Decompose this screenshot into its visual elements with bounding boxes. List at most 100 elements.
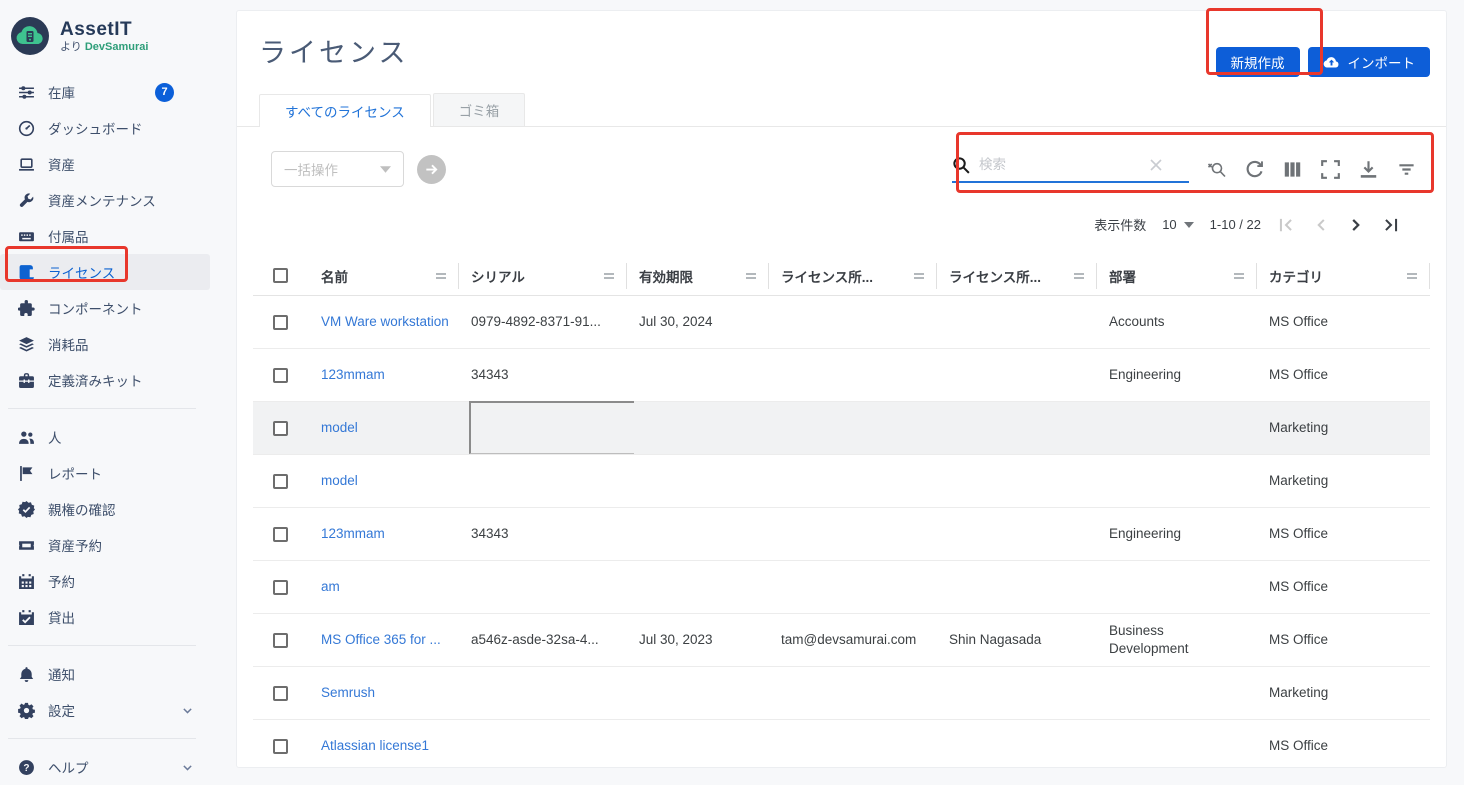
row-checkbox[interactable] — [273, 739, 288, 754]
sidebar-item-label: 消耗品 — [48, 334, 89, 354]
sidebar-item-components[interactable]: コンポーネント — [0, 290, 210, 326]
advanced-search-button[interactable] — [1207, 160, 1226, 179]
column-header-label: 部署 — [1109, 266, 1136, 286]
row-checkbox[interactable] — [273, 368, 288, 383]
app-logo[interactable]: AssetIT より DevSamurai — [0, 14, 218, 56]
pagination: 表示件数 10 1-10 / 22 — [237, 187, 1446, 234]
cell-serial — [459, 402, 627, 454]
license-name-link[interactable]: 123mmam — [321, 526, 385, 541]
columns-button[interactable] — [1283, 160, 1302, 179]
license-name-link[interactable]: MS Office 365 for ... — [321, 632, 441, 647]
column-header[interactable]: シリアル — [459, 263, 627, 289]
import-button[interactable]: インポート — [1308, 47, 1431, 77]
sidebar-item-label: ライセンス — [48, 262, 115, 282]
sidebar-item-inventory[interactable]: 在庫7 — [0, 74, 210, 110]
chevron-down-icon — [1184, 222, 1194, 228]
sidebar-item-reservations[interactable]: 予約 — [0, 563, 210, 599]
last-page-button[interactable] — [1382, 216, 1400, 234]
cell-serial: a546z-asde-32sa-4... — [459, 631, 627, 649]
sidebar-item-reports[interactable]: レポート — [0, 455, 210, 491]
page-size-select[interactable]: 10 — [1162, 217, 1193, 232]
license-name-link[interactable]: am — [321, 579, 340, 594]
sidebar-item-notifications[interactable]: 通知 — [0, 656, 210, 692]
app-logo-icon — [10, 16, 50, 56]
row-checkbox[interactable] — [273, 315, 288, 330]
license-name-link[interactable]: Atlassian license1 — [321, 738, 429, 753]
sidebar-item-licenses[interactable]: ライセンス — [0, 254, 210, 290]
cell-category: MS Office — [1257, 578, 1430, 596]
sidebar-item-dashboard[interactable]: ダッシュボード — [0, 110, 210, 146]
select-all-checkbox[interactable] — [273, 268, 288, 283]
fullscreen-button[interactable] — [1321, 160, 1340, 179]
row-checkbox[interactable] — [273, 421, 288, 436]
bulk-action-go-button[interactable] — [417, 155, 446, 184]
clear-search-icon[interactable] — [1148, 157, 1164, 173]
sidebar-item-assets[interactable]: 資産 — [0, 146, 210, 182]
equals-icon — [744, 269, 758, 283]
last-page-icon — [1382, 216, 1400, 234]
license-name-link[interactable]: model — [321, 473, 358, 488]
equals-icon — [1072, 269, 1086, 283]
refresh-button[interactable] — [1245, 160, 1264, 179]
sidebar-item-consumables[interactable]: 消耗品 — [0, 326, 210, 362]
app-logo-text: AssetIT より DevSamurai — [60, 19, 148, 53]
row-checkbox[interactable] — [273, 633, 288, 648]
sidebar-item-custody-check[interactable]: 親権の確認 — [0, 491, 210, 527]
filter-button[interactable] — [1397, 160, 1416, 179]
table-row: MS Office 365 for ... a546z-asde-32sa-4..… — [253, 614, 1430, 667]
ticket-icon — [18, 537, 35, 554]
column-header-label: シリアル — [471, 266, 525, 286]
column-header[interactable]: 部署 — [1097, 263, 1257, 289]
sidebar-item-settings[interactable]: 設定 — [0, 692, 210, 728]
tab-all-licenses[interactable]: すべてのライセンス — [259, 94, 431, 127]
license-name-link[interactable]: model — [321, 420, 358, 435]
sidebar-item-accessories[interactable]: 付属品 — [0, 218, 210, 254]
cell-expiry: Jul 30, 2023 — [627, 631, 769, 649]
license-name-link[interactable]: VM Ware workstation — [321, 314, 449, 329]
column-header[interactable]: 名前 — [309, 263, 459, 289]
table-row: 123mmam34343EngineeringMS Office — [253, 508, 1430, 561]
table-action-icons — [1207, 160, 1416, 179]
sidebar-item-predefined-kits[interactable]: 定義済みキット — [0, 362, 210, 398]
sidebar-item-people[interactable]: 人 — [0, 419, 210, 455]
create-new-button[interactable]: 新規作成 — [1216, 47, 1300, 77]
column-header[interactable]: ライセンス所... — [769, 263, 937, 289]
sidebar-item-asset-reservation[interactable]: 資産予約 — [0, 527, 210, 563]
row-checkbox[interactable] — [273, 580, 288, 595]
filter-icon — [1397, 160, 1416, 179]
row-checkbox[interactable] — [273, 686, 288, 701]
row-select-cell — [253, 686, 309, 701]
puzzle-icon — [18, 300, 35, 317]
bulk-action-select[interactable]: 一括操作 — [271, 151, 404, 187]
sidebar-item-label: コンポーネント — [48, 298, 143, 318]
gear-icon — [18, 702, 35, 719]
tab-trash[interactable]: ゴミ箱 — [433, 93, 526, 126]
column-header[interactable]: 有効期限 — [627, 263, 769, 289]
laptop-icon — [18, 156, 35, 173]
refresh-icon — [1245, 160, 1264, 179]
row-checkbox[interactable] — [273, 527, 288, 542]
chevron-down-icon — [181, 704, 194, 717]
next-page-button[interactable] — [1347, 216, 1365, 234]
column-header[interactable]: ライセンス所... — [937, 263, 1097, 289]
cell-name: Semrush — [309, 684, 459, 702]
column-header[interactable]: カテゴリ — [1257, 263, 1430, 289]
chevron-down-icon — [181, 761, 194, 774]
license-name-link[interactable]: 123mmam — [321, 367, 385, 382]
search-input[interactable] — [979, 157, 1139, 172]
row-checkbox[interactable] — [273, 474, 288, 489]
page-header: ライセンス 新規作成 インポート — [237, 11, 1446, 77]
table-row: SemrushMarketing — [253, 667, 1430, 720]
sidebar-item-label: ヘルプ — [48, 757, 89, 777]
license-name-link[interactable]: Semrush — [321, 685, 375, 700]
row-select-cell — [253, 368, 309, 383]
sidebar-item-checkout[interactable]: 貸出 — [0, 599, 210, 635]
toolbox-icon — [18, 372, 35, 389]
sidebar-item-help[interactable]: ?ヘルプ — [0, 749, 210, 785]
license-icon — [18, 264, 35, 281]
sidebar-divider — [8, 645, 196, 646]
equals-icon — [1232, 269, 1246, 283]
download-button[interactable] — [1359, 160, 1378, 179]
sidebar: AssetIT より DevSamurai 在庫7ダッシュボード資産資産メンテナ… — [0, 0, 218, 768]
sidebar-item-asset-maintenance[interactable]: 資産メンテナンス — [0, 182, 210, 218]
